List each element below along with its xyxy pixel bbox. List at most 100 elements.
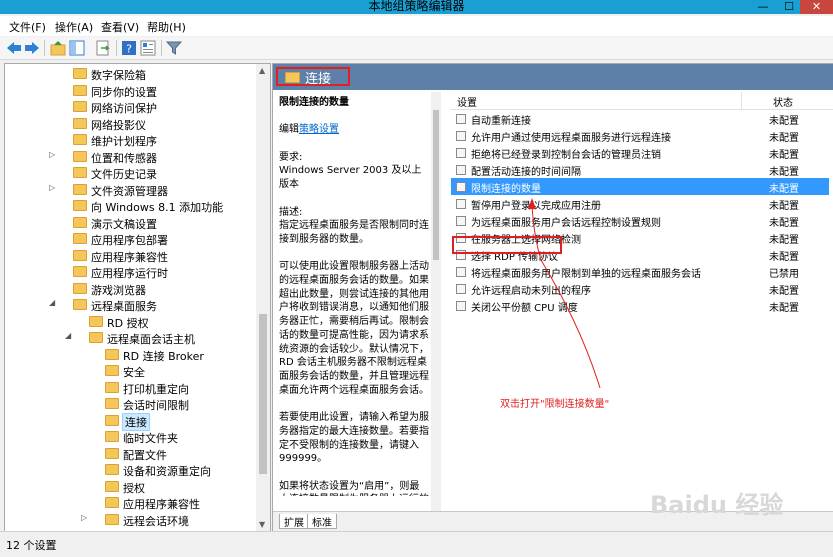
menu-action[interactable]: 操作(A) xyxy=(55,19,93,35)
help-icon[interactable]: ? xyxy=(121,40,137,56)
setting-state: 未配置 xyxy=(769,201,799,212)
setting-row[interactable]: 自动重新连接 未配置 xyxy=(451,110,829,127)
tree-item[interactable]: 应用程序运行时 xyxy=(5,264,255,280)
folder-icon xyxy=(105,497,119,508)
tree-item[interactable]: 演示文稿设置 xyxy=(5,215,255,231)
tree-item[interactable]: 授权 xyxy=(5,479,255,495)
tree-item[interactable]: RD 授权 xyxy=(5,314,255,330)
tab-extended[interactable]: 扩展 xyxy=(279,514,309,529)
scroll-thumb[interactable] xyxy=(433,110,439,260)
expander-icon[interactable]: ◢ xyxy=(65,331,74,340)
policy-setting-icon xyxy=(456,267,466,277)
svg-text:?: ? xyxy=(126,43,132,56)
tree-pane[interactable]: 数字保险箱同步你的设置 网络访问保护 网络投影仪 维护计划程序 ▷ 位置和传感器 文件历史记… xyxy=(4,63,271,532)
scroll-up-icon[interactable]: ▲ xyxy=(259,66,265,75)
export-icon[interactable] xyxy=(95,40,111,56)
tree-item-label: 安全 xyxy=(123,366,145,379)
tree-item[interactable]: 安全 xyxy=(5,363,255,379)
folder-icon xyxy=(73,249,87,261)
tree-item[interactable]: 应用程序兼容性 xyxy=(5,495,255,511)
tree-item[interactable]: 游戏浏览器 xyxy=(5,281,255,297)
setting-row[interactable]: 允许用户通过使用远程桌面服务进行远程连接 未配置 xyxy=(451,127,829,144)
setting-state: 未配置 xyxy=(769,150,799,161)
expander-icon[interactable]: ▷ xyxy=(49,183,58,192)
toolbar-separator xyxy=(44,40,45,56)
tree-item[interactable]: 数字保险箱 xyxy=(5,66,255,82)
folder-icon xyxy=(73,282,87,294)
policy-setting-icon xyxy=(456,182,466,192)
up-folder-icon[interactable] xyxy=(50,40,66,56)
tree-item[interactable]: RD 连接 Broker xyxy=(5,347,255,363)
scroll-down-icon[interactable]: ▼ xyxy=(259,520,265,529)
setting-row[interactable]: 将远程桌面服务用户限制到单独的远程桌面服务会话 已禁用 xyxy=(451,263,829,280)
tree-item[interactable]: 应用程序包部署 xyxy=(5,231,255,247)
forward-icon[interactable] xyxy=(24,40,40,56)
tree-item[interactable]: ◢ 远程桌面会话主机 xyxy=(5,330,255,346)
folder-icon xyxy=(105,480,119,492)
setting-row[interactable]: 配置活动连接的时间间隔 未配置 xyxy=(451,161,829,178)
setting-row[interactable]: 允许远程启动未列出的程序 未配置 xyxy=(451,280,829,297)
tree-item[interactable]: 会话时间限制 xyxy=(5,396,255,412)
setting-row[interactable]: 暂停用户登录以完成应用注册 未配置 xyxy=(451,195,829,212)
watermark-text: Baidu 经验 xyxy=(650,491,784,519)
tree-item[interactable]: 网络投影仪 xyxy=(5,116,255,132)
tree-item[interactable]: 同步你的设置 xyxy=(5,83,255,99)
tree-item[interactable]: 设备和资源重定向 xyxy=(5,462,255,478)
tree-item[interactable]: ▷ 远程会话环境 xyxy=(5,512,255,528)
requirements: 要求: Windows Server 2003 及以上版本 xyxy=(279,151,429,192)
annotation-text: 双击打开"限制连接数量" xyxy=(500,399,610,410)
tree-item[interactable]: 向 Windows 8.1 添加功能 xyxy=(5,198,255,214)
expander-icon[interactable]: ▷ xyxy=(81,513,90,522)
tree-item[interactable]: 临时文件夹 xyxy=(5,429,255,445)
tree-item[interactable]: 应用程序兼容性 xyxy=(5,248,255,264)
filter-icon[interactable] xyxy=(166,40,182,56)
tree-item-label: 应用程序运行时 xyxy=(91,267,168,280)
tree-item-label: 远程会话环境 xyxy=(123,514,189,528)
column-state[interactable]: 状态 xyxy=(773,94,793,109)
tree-item-label: 设备和资源重定向 xyxy=(123,465,211,478)
column-setting[interactable]: 设置 xyxy=(457,94,477,109)
show-tree-icon[interactable] xyxy=(69,40,85,56)
desc-para-3: 若要使用此设置，请输入希望为服务器指定的最大连接数量。若要指定不受限制的连接数量… xyxy=(279,412,429,465)
description-scrollbar[interactable] xyxy=(431,92,441,511)
menu-help[interactable]: 帮助(H) xyxy=(147,19,186,35)
close-button[interactable]: ✕ xyxy=(800,0,833,14)
tree-item[interactable]: 打印机重定向 xyxy=(5,380,255,396)
minimize-button[interactable]: — xyxy=(750,0,776,14)
tree-item-label: 同步你的设置 xyxy=(91,85,157,99)
properties-icon[interactable] xyxy=(140,40,156,56)
folder-icon xyxy=(73,101,87,112)
setting-state: 未配置 xyxy=(769,303,799,314)
menu-file[interactable]: 文件(F) xyxy=(9,19,46,35)
menu-view[interactable]: 查看(V) xyxy=(101,19,139,35)
tab-standard[interactable]: 标准 xyxy=(307,514,337,529)
tree-item[interactable]: 网络访问保护 xyxy=(5,99,255,115)
tree-item[interactable]: ◢ 远程桌面服务 xyxy=(5,297,255,313)
tree-item-label: 向 Windows 8.1 添加功能 xyxy=(91,201,224,214)
expander-icon[interactable]: ◢ xyxy=(49,298,58,307)
tree-scrollbar[interactable]: ▲ ▼ xyxy=(256,64,270,531)
maximize-button[interactable]: ☐ xyxy=(776,0,802,14)
folder-icon xyxy=(105,398,119,409)
column-separator[interactable] xyxy=(741,92,742,109)
policy-settings-link[interactable]: 策略设置 xyxy=(299,124,339,135)
setting-row[interactable]: 拒绝将已经登录到控制台会话的管理员注销 未配置 xyxy=(451,144,829,161)
scroll-thumb[interactable] xyxy=(259,314,267,474)
setting-row[interactable]: 限制连接的数量 未配置 xyxy=(451,178,829,195)
tree-item[interactable]: 配置文件 xyxy=(5,446,255,462)
expander-icon[interactable]: ▷ xyxy=(49,150,58,159)
setting-row[interactable]: 关闭公平份额 CPU 调度 未配置 xyxy=(451,297,829,314)
setting-row[interactable]: 为远程桌面服务用户会话远程控制设置规则 未配置 xyxy=(451,212,829,229)
desc-label: 描述: xyxy=(279,206,303,218)
tree-item[interactable]: 维护计划程序 xyxy=(5,132,255,148)
settings-list: 设置 状态 自动重新连接 未配置 允许用户通过使用远程桌面服务进行远程连接 未配置 拒绝… xyxy=(451,92,833,511)
tree-item-label: 应用程序兼容性 xyxy=(91,250,168,264)
tree-item[interactable]: ▷ 位置和传感器 xyxy=(5,149,255,165)
tree-item[interactable]: 连接 xyxy=(5,412,255,431)
folder-icon xyxy=(73,183,87,195)
tree-item[interactable]: 文件历史记录 xyxy=(5,165,255,181)
tree-item[interactable]: ▷ 文件资源管理器 xyxy=(5,182,255,198)
setting-state: 未配置 xyxy=(769,116,799,127)
tree-item-label: 位置和传感器 xyxy=(91,151,157,165)
back-icon[interactable] xyxy=(6,40,22,56)
